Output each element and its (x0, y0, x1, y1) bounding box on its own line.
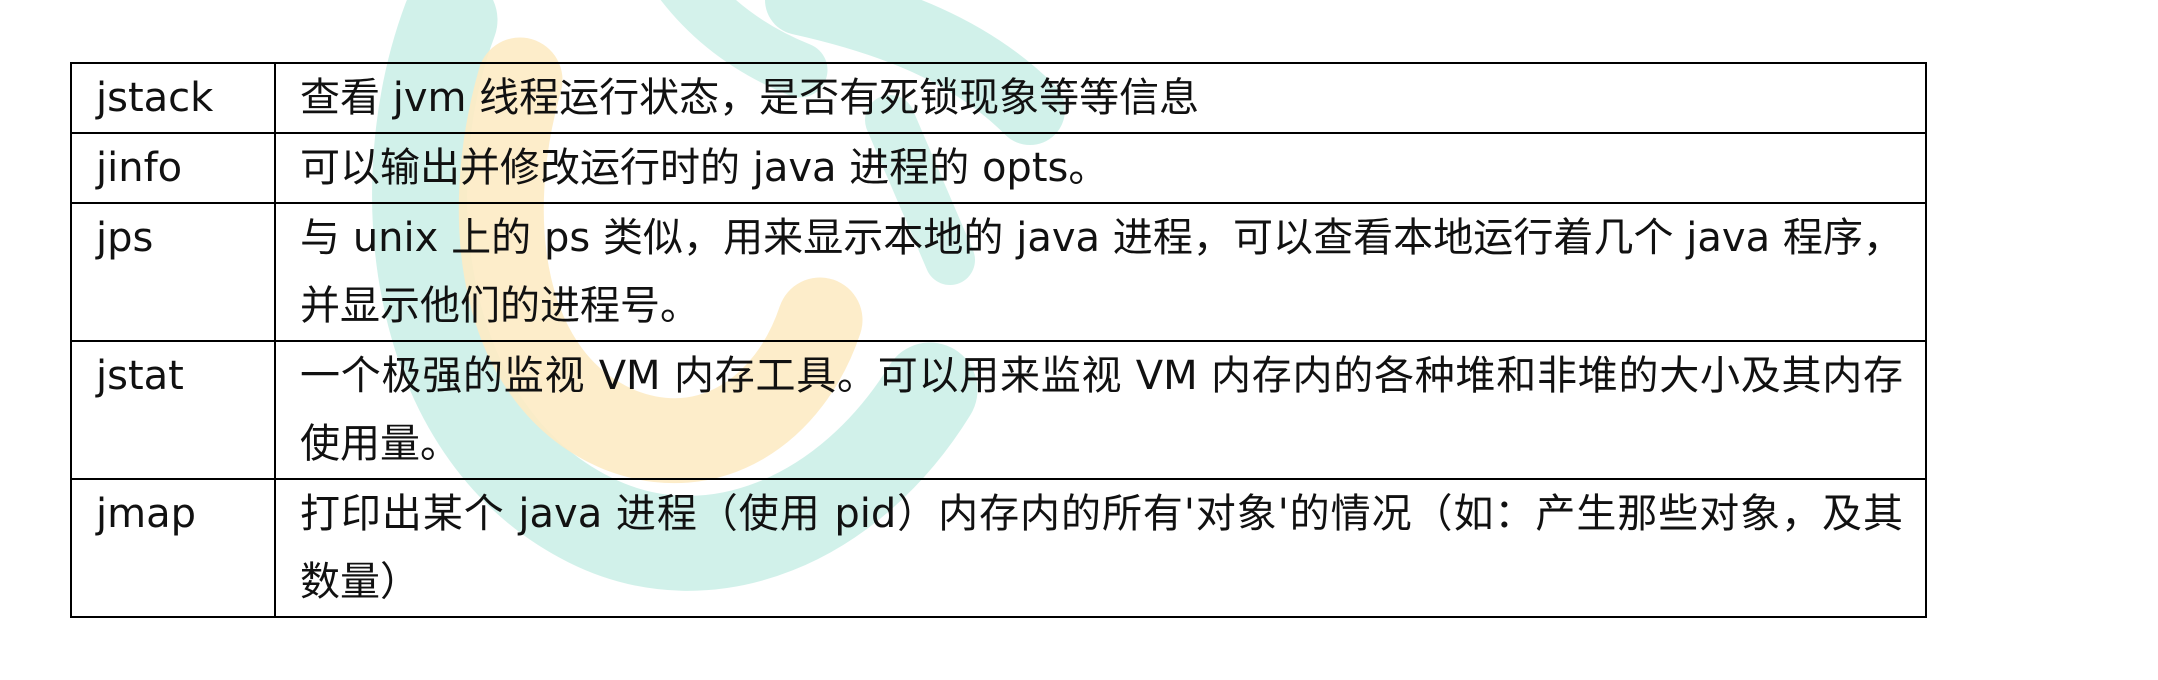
description-cell: 查看 jvm 线程运行状态，是否有死锁现象等等信息 (274, 62, 1927, 134)
command-table: jstack 查看 jvm 线程运行状态，是否有死锁现象等等信息 jinfo 可… (70, 62, 1927, 618)
command-cell: jstack (70, 62, 276, 134)
description-cell: 可以输出并修改运行时的 java 进程的 opts。 (274, 132, 1927, 204)
table-row-jmap: jmap 打印出某个 java 进程（使用 pid）内存内的所有'对象'的情况（… (70, 478, 1927, 618)
table-row-jps: jps 与 unix 上的 ps 类似，用来显示本地的 java 进程，可以查看… (70, 202, 1927, 342)
description-cell: 打印出某个 java 进程（使用 pid）内存内的所有'对象'的情况（如：产生那… (274, 478, 1927, 618)
table-row-jstack: jstack 查看 jvm 线程运行状态，是否有死锁现象等等信息 (70, 62, 1927, 134)
command-cell: jstat (70, 340, 276, 480)
table-row-jinfo: jinfo 可以输出并修改运行时的 java 进程的 opts。 (70, 132, 1927, 204)
command-cell: jps (70, 202, 276, 342)
command-cell: jinfo (70, 132, 276, 204)
description-cell: 一个极强的监视 VM 内存工具。可以用来监视 VM 内存内的各种堆和非堆的大小及… (274, 340, 1927, 480)
description-cell: 与 unix 上的 ps 类似，用来显示本地的 java 进程，可以查看本地运行… (274, 202, 1927, 342)
command-cell: jmap (70, 478, 276, 618)
table-row-jstat: jstat 一个极强的监视 VM 内存工具。可以用来监视 VM 内存内的各种堆和… (70, 340, 1927, 480)
